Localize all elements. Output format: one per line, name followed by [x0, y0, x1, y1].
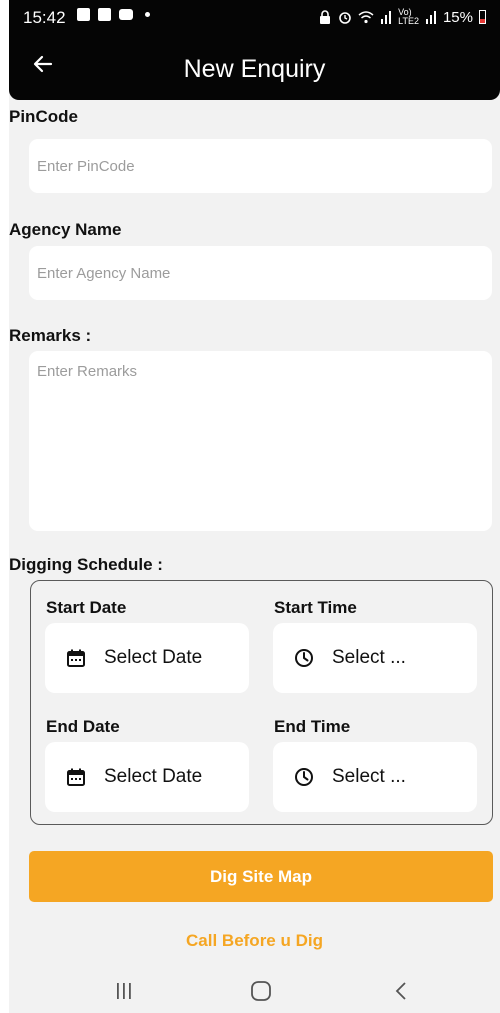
- pincode-input[interactable]: [29, 139, 492, 193]
- home-button[interactable]: [231, 968, 291, 1013]
- notification-icons: [77, 8, 150, 21]
- call-before-u-dig-link[interactable]: Call Before u Dig: [9, 931, 500, 951]
- image-notification-icon: [77, 8, 90, 21]
- end-time-picker[interactable]: Select ...: [273, 742, 477, 812]
- remarks-label: Remarks :: [9, 326, 92, 345]
- recent-apps-button[interactable]: [94, 968, 154, 1013]
- end-time-value: Select ...: [332, 766, 406, 787]
- digging-schedule-card: Start Date Start Time Select Date Select…: [30, 580, 493, 825]
- more-notifications-icon: [145, 12, 150, 17]
- end-date-label: End Date: [46, 717, 120, 736]
- digging-schedule-label: Digging Schedule :: [9, 555, 163, 574]
- alert-notification-icon: [98, 8, 111, 21]
- network-lte: LTE2: [398, 16, 419, 26]
- start-date-label: Start Date: [46, 598, 127, 617]
- end-date-picker[interactable]: Select Date: [45, 742, 249, 812]
- start-time-picker[interactable]: Select ...: [273, 623, 477, 693]
- start-date-value: Select Date: [104, 647, 203, 668]
- app-header: 15:42 Vo) LTE2 15% New Enquiry: [9, 0, 500, 100]
- system-icons: Vo) LTE2 15%: [318, 8, 486, 26]
- lock-icon: [320, 10, 331, 24]
- message-notification-icon: [119, 9, 133, 20]
- app-screen: 15:42 Vo) LTE2 15% New Enquiry PinCode E…: [9, 0, 500, 1013]
- home-icon: [251, 980, 271, 1001]
- battery-icon: [479, 10, 486, 24]
- wifi-icon: [358, 11, 374, 24]
- start-time-value: Select ...: [332, 647, 406, 668]
- status-time: 15:42: [23, 8, 66, 27]
- system-nav-bar: [9, 968, 500, 1013]
- chevron-left-icon: [395, 981, 406, 1000]
- network-type: Vo) LTE2: [398, 8, 419, 26]
- signal-icon: [381, 11, 392, 24]
- pincode-label: PinCode: [9, 107, 78, 126]
- dig-site-map-button[interactable]: Dig Site Map: [29, 851, 493, 902]
- battery-percent: 15%: [442, 8, 473, 26]
- back-nav-button[interactable]: [371, 968, 431, 1013]
- start-date-picker[interactable]: Select Date: [45, 623, 249, 693]
- recent-apps-icon: [117, 982, 131, 999]
- start-time-label: Start Time: [274, 598, 357, 617]
- calendar-icon: [65, 647, 87, 669]
- calendar-icon: [65, 766, 87, 788]
- clock-icon: [293, 766, 315, 788]
- end-date-value: Select Date: [104, 766, 203, 787]
- agency-name-label: Agency Name: [9, 220, 122, 239]
- end-time-label: End Time: [274, 717, 351, 736]
- status-bar: 15:42 Vo) LTE2 15%: [9, 0, 500, 36]
- clock-icon: [293, 647, 315, 669]
- remarks-input[interactable]: [29, 351, 492, 531]
- page-title: New Enquiry: [183, 55, 326, 83]
- agency-name-input[interactable]: [29, 246, 492, 300]
- signal-icon: [425, 11, 436, 24]
- alarm-icon: [339, 12, 351, 24]
